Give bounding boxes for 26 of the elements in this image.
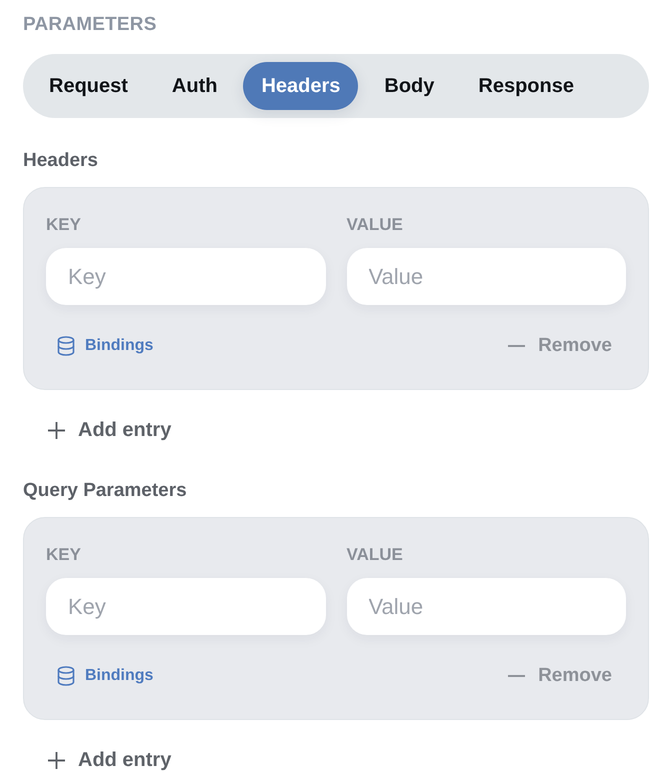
minus-icon [508,345,526,347]
value-input[interactable]: Value [346,248,626,305]
add-entry-button[interactable]: Add entry [36,742,184,778]
tab[interactable]: Request [31,62,146,110]
database-icon [57,666,75,686]
database-icon [57,336,75,356]
tab[interactable]: Headers [243,62,358,110]
field-label: VALUE [346,215,403,235]
section-title: PARAMETERS [23,14,157,36]
field-label: KEY [46,215,81,235]
add-entry-button[interactable]: Add entry [36,412,184,448]
bindings-link[interactable]: Bindings [46,658,164,694]
bindings-link[interactable]: Bindings [46,328,164,364]
group-title: Query Parameters [23,480,187,502]
plus-icon [48,422,65,438]
tab[interactable]: Body [366,62,452,110]
key-input[interactable]: Key [46,578,326,635]
tab[interactable]: Response [460,62,592,110]
plus-icon [48,752,65,768]
key-input[interactable]: Key [46,248,326,305]
value-input[interactable]: Value [346,578,626,635]
minus-icon [508,675,526,677]
field-label: VALUE [346,545,403,565]
group-title: Headers [23,150,98,172]
tab[interactable]: Auth [154,62,236,110]
field-label: KEY [46,545,81,565]
